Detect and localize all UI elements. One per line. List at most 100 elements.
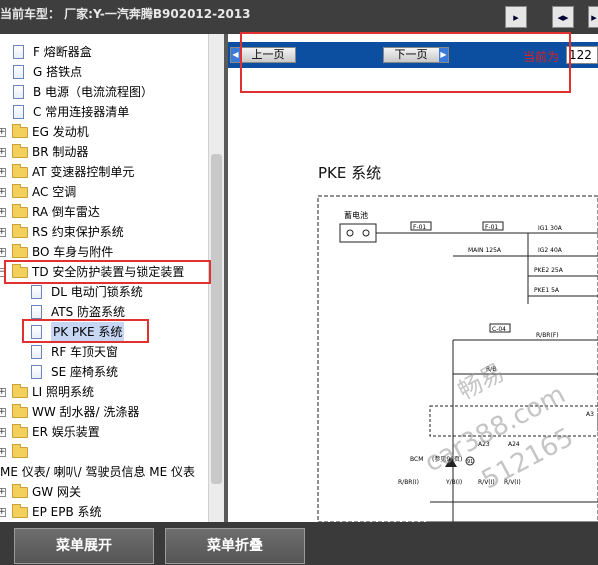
collapse-node-icon[interactable]: − [0,268,6,277]
tree-item-label: ER 娱乐装置 [32,425,100,439]
catalog-tree: F 熔断器盒 G 搭铁点 B 电源（电流流程图） C 常用连接器清单 + EG 发动机 + B… [0,34,224,522]
current-page-label: 当前为 [523,50,560,64]
tree-item[interactable]: + AT 变速器控制单元 [0,162,208,182]
wire-rbrf-label: R/BR(F) [536,332,559,339]
collapse-left-icon: ▸ [513,10,519,24]
expand-node-icon[interactable]: + [0,168,6,177]
folder-icon [12,424,28,438]
tree-item-label: ME 仪表/ 喇叭/ 驾驶员信息 ME 仪表 [0,465,196,479]
tree-item-label: BO 车身与附件 [32,245,114,259]
document-icon [31,285,42,299]
folder-icon [12,404,28,418]
fuse-pke2-label: PKE2 25A [534,267,564,274]
collapse-left-button[interactable]: ▸ [505,6,527,28]
tree-item[interactable]: + AC 空调 [0,182,208,202]
tree-item[interactable]: + LI 照明系统 [0,382,208,402]
tree-scrollbar[interactable] [208,34,224,522]
right-arrow-icon: ▶ [439,48,448,62]
tree-item-label: C 常用连接器清单 [33,105,130,119]
expand-node-icon[interactable]: + [0,408,6,417]
connector-f01-a-label: F-01 [413,224,426,231]
fuse-ig2-label: IG2 40A [538,247,563,254]
tree-item[interactable]: − TD 安全防护装置与锁定装置 [0,262,208,282]
expand-node-icon[interactable]: + [0,388,6,397]
split-view-button[interactable]: ◂▸ [552,6,574,28]
bcm-label: BCM [410,456,423,463]
tree-item[interactable]: + ER 娱乐装置 [0,422,208,442]
prev-page-button[interactable]: ◀ 上一页 [230,47,296,63]
folder-open-icon [12,264,28,278]
folder-icon [12,504,28,518]
tree-item[interactable]: + EG 发动机 [0,122,208,142]
tree-item[interactable]: G 搭铁点 [0,62,208,82]
tree-item[interactable]: C 常用连接器清单 [0,102,208,122]
menu-collapse-button[interactable]: 菜单折叠 [165,528,305,564]
tree-item-label: SE 座椅系统 [51,365,119,379]
tree-item[interactable]: + GW 网关 [0,482,208,502]
tree-item[interactable]: DL 电动门锁系统 [0,282,208,302]
expand-node-icon[interactable]: + [0,188,6,197]
expand-node-icon[interactable]: + [0,248,6,257]
tree-item[interactable]: + BO 车身与附件 [0,242,208,262]
tree-item-label: EG 发动机 [32,125,89,139]
folder-icon [12,164,28,178]
tree-item-label: RS 约束保护系统 [32,225,124,239]
tree-item[interactable]: + WW 刮水器/ 洗涤器 [0,402,208,422]
diagram-frame [317,195,598,522]
tree-item[interactable]: + EP EPB 系统 [0,502,208,522]
expand-node-icon[interactable]: + [0,128,6,137]
document-icon [13,45,24,59]
expand-node-icon[interactable]: + [0,448,6,457]
tree-item-label: TD 安全防护装置与锁定装置 [32,265,185,279]
next-page-button[interactable]: 下一页 ▶ [383,47,449,63]
folder-icon [12,144,28,158]
current-page-input[interactable]: 122 [566,46,598,64]
tree-item[interactable]: + BR 制动器 [0,142,208,162]
tree-item-label: G 搭铁点 [33,65,83,79]
tree-item-label: PK PKE 系统 [51,322,125,342]
page-navigation-bar: ◀ 上一页 下一页 ▶ 当前为 122 [228,42,598,68]
tree-item-label: RF 车顶天窗 [51,345,119,359]
tree-item[interactable]: B 电源（电流流程图） [0,82,208,102]
tree-item-label: DL 电动门锁系统 [51,285,143,299]
expand-node-icon[interactable]: + [0,428,6,437]
menu-expand-button[interactable]: 菜单展开 [14,528,154,564]
tree-scrollbar-thumb[interactable] [211,154,222,484]
battery-label: 蓄电池 [344,210,368,220]
expand-right-icon: ▸ [591,10,597,24]
expand-node-icon[interactable]: + [0,508,6,517]
document-icon [13,65,24,79]
folder-icon [12,224,28,238]
fuse-ig1-label: IG1 30A [538,225,563,232]
document-icon [31,325,42,339]
expand-node-icon[interactable]: + [0,488,6,497]
tree-item-label: AC 空调 [32,185,77,199]
tree-item-label: BR 制动器 [32,145,89,159]
tree-item[interactable]: ATS 防盗系统 [0,302,208,322]
tree-item-label: LI 照明系统 [32,385,95,399]
tree-item-label: B 电源（电流流程图） [33,85,154,99]
fuse-pke1-label: PKE1 5A [534,287,560,294]
tree-item[interactable]: ME 仪表/ 喇叭/ 驾驶员信息 ME 仪表 [0,462,208,482]
folder-icon [12,204,28,218]
title-bar: 当前车型： 厂家:Y-一汽奔腾B902012-2013 ▸ ◂▸ ▸ [0,0,598,34]
tree-item[interactable]: F 熔断器盒 [0,42,208,62]
wire-rbr-label: R/BR(I) [398,479,419,486]
expand-node-icon[interactable]: + [0,228,6,237]
tree-item-label: AT 变速器控制单元 [32,165,135,179]
expand-node-icon[interactable]: + [0,148,6,157]
expand-right-button[interactable]: ▸ [588,6,598,28]
tree-item[interactable]: SE 座椅系统 [0,362,208,382]
tree-item[interactable]: + RS 约束保护系统 [0,222,208,242]
connector-f01-b-label: F-01 [485,224,498,231]
next-page-label: 下一页 [394,48,428,61]
document-icon [31,365,42,379]
tree-item[interactable]: RF 车顶天窗 [0,342,208,362]
vehicle-model-title: 当前车型： 厂家:Y-一汽奔腾B902012-2013 [0,7,251,21]
tree-item[interactable]: + [0,442,208,462]
tree-item[interactable]: + RA 倒车雷达 [0,202,208,222]
expand-node-icon[interactable]: + [0,208,6,217]
prev-page-label: 上一页 [251,48,285,61]
tree-item-selected[interactable]: PK PKE 系统 [0,322,208,342]
fuse-main-label: MAIN 125A [468,247,502,254]
